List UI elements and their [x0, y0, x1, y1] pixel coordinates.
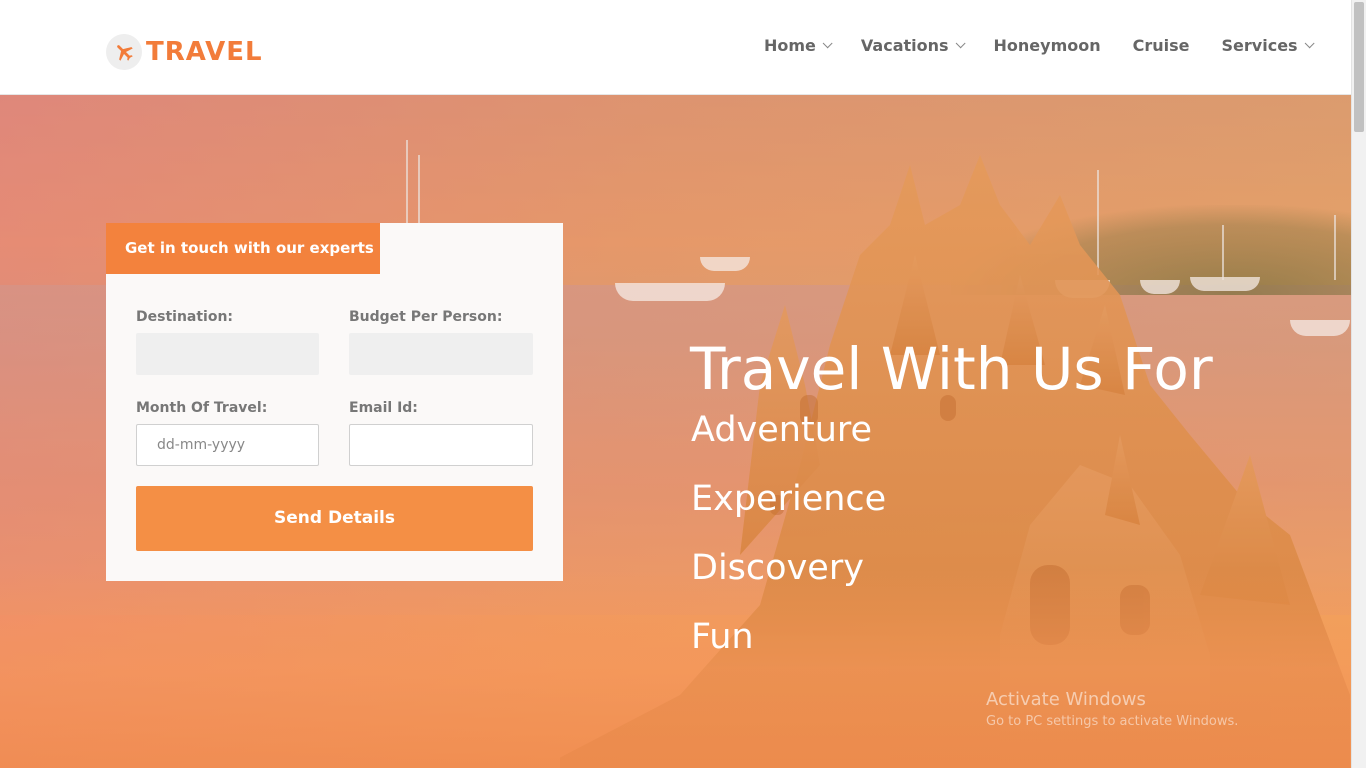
- budget-input[interactable]: [349, 333, 533, 375]
- brand-name: TRAVEL: [146, 37, 263, 67]
- destination-label: Destination:: [136, 309, 234, 325]
- brand-logo[interactable]: TRAVEL: [106, 34, 263, 70]
- main-nav: Home Vacations Honeymoon Cruise Services: [764, 36, 1315, 55]
- nav-item-label: Cruise: [1132, 36, 1190, 55]
- hero-title: Travel With Us For: [690, 335, 1213, 403]
- budget-label: Budget Per Person:: [349, 309, 503, 325]
- email-label: Email Id:: [349, 400, 418, 416]
- nav-item-label: Home: [764, 36, 816, 55]
- chevron-down-icon: [955, 38, 966, 49]
- activate-windows-subtext: Go to PC settings to activate Windows.: [986, 714, 1239, 729]
- nav-item-home[interactable]: Home: [764, 36, 833, 55]
- form-title-tab: Get in touch with our experts: [106, 223, 380, 274]
- nav-item-vacations[interactable]: Vacations: [860, 36, 966, 55]
- hero-list-item: Discovery: [691, 548, 864, 588]
- hero-rotating-list: Adventure Experience Discovery Fun: [691, 407, 886, 683]
- nav-item-honeymoon[interactable]: Honeymoon: [994, 36, 1101, 55]
- site-header: TRAVEL Home Vacations Honeymoon Cruise S…: [0, 0, 1351, 95]
- email-input[interactable]: [349, 424, 533, 466]
- nav-item-label: Honeymoon: [993, 36, 1101, 55]
- beach-sand: [0, 568, 1351, 768]
- contact-form-card: Get in touch with our experts Destinatio…: [106, 223, 563, 581]
- hero-list-item: Fun: [691, 617, 754, 657]
- nav-item-cruise[interactable]: Cruise: [1133, 36, 1190, 55]
- nav-item-label: Vacations: [860, 36, 949, 55]
- hero-list-item: Adventure: [691, 410, 873, 450]
- chevron-down-icon: [822, 38, 833, 49]
- airplane-icon: [106, 34, 142, 70]
- activate-windows-watermark: Activate Windows: [986, 689, 1146, 710]
- send-details-button[interactable]: Send Details: [136, 486, 533, 551]
- page-scrollbar[interactable]: [1351, 0, 1366, 768]
- nav-item-services[interactable]: Services: [1221, 36, 1315, 55]
- chevron-down-icon: [1304, 38, 1315, 49]
- destination-input[interactable]: [136, 333, 319, 375]
- month-date-input[interactable]: dd-mm-yyyy: [136, 424, 319, 466]
- month-label: Month Of Travel:: [136, 400, 268, 416]
- scrollbar-thumb[interactable]: [1354, 2, 1364, 132]
- hero-list-item: Experience: [691, 479, 887, 519]
- nav-item-label: Services: [1221, 36, 1298, 55]
